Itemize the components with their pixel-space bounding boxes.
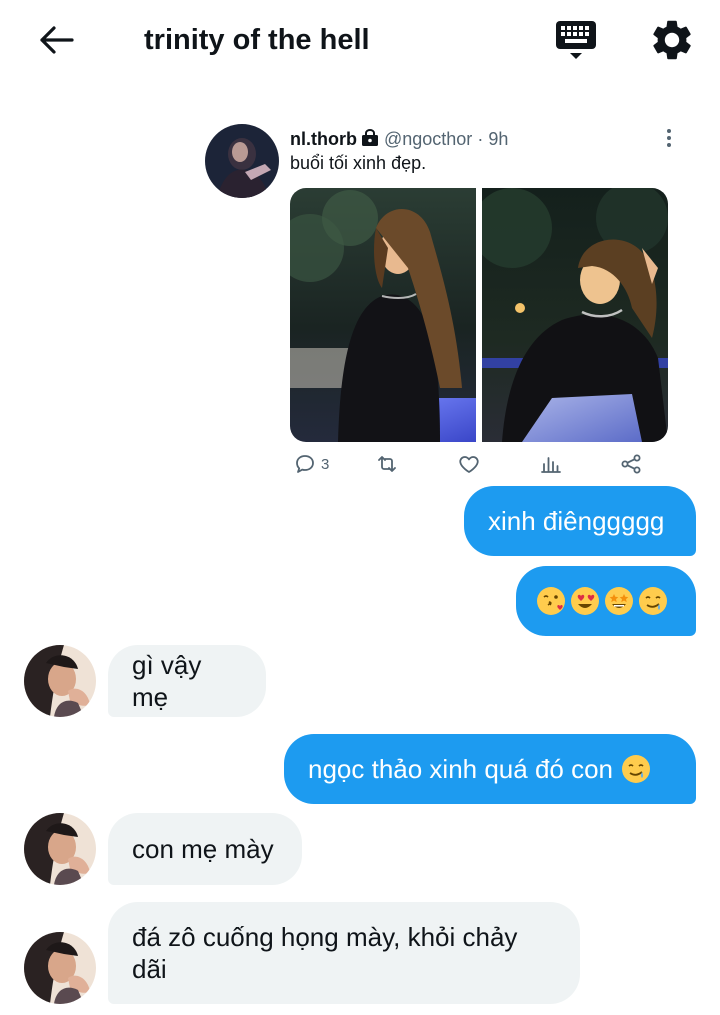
tweet-author-avatar[interactable] (205, 124, 279, 198)
message-text: con mẹ mày (132, 834, 274, 864)
message-bubble-received[interactable]: con mẹ mày (108, 813, 302, 885)
settings-button[interactable] (648, 16, 696, 64)
shared-tweet-card[interactable]: nl.thorb @ngocthor · 9h buổi tối xinh đẹ… (205, 122, 685, 482)
conversation-title[interactable]: trinity of the hell (144, 20, 370, 60)
analytics-icon (541, 457, 561, 473)
tweet-timestamp: 9h (488, 129, 509, 149)
tweet-text: buổi tối xinh đẹp. (290, 153, 427, 173)
lock-icon (361, 129, 378, 146)
tweet-actions: 3 (289, 450, 649, 478)
share-icon (621, 454, 641, 474)
tweet-photo[interactable] (290, 188, 476, 442)
message-bubble-received[interactable]: đá zô cuống họng mày, khỏi chảy dãi (108, 902, 580, 1004)
top-bar: trinity of the hell (0, 0, 720, 80)
message-bubble-received[interactable]: gì vậy mẹ (108, 645, 266, 717)
keyboard-button[interactable] (552, 16, 600, 64)
sender-avatar[interactable] (24, 932, 96, 1004)
arrow-left-icon (40, 26, 74, 54)
drooling-face-icon (639, 587, 667, 615)
share-button[interactable] (619, 450, 643, 478)
like-button[interactable] (457, 450, 481, 478)
heart-eyes-icon (571, 587, 599, 615)
tweet-header: nl.thorb @ngocthor · 9h (290, 128, 508, 150)
reply-icon (296, 455, 314, 473)
message-bubble-sent[interactable]: ngọc thảo xinh quá đó con (284, 734, 696, 804)
heart-icon (459, 456, 479, 473)
message-bubble-sent[interactable] (516, 566, 696, 636)
tweet-separator: · (477, 129, 484, 149)
tweet-photo[interactable] (482, 188, 668, 442)
message-bubble-sent[interactable]: xinh điênggggg (464, 486, 696, 556)
tweet-media-grid (290, 188, 668, 442)
analytics-button[interactable] (539, 450, 563, 478)
message-text-line: đá zô cuống họng mày, khỏi chảy (132, 922, 518, 952)
tweet-more-button[interactable] (657, 126, 681, 150)
retweet-button[interactable] (375, 450, 399, 478)
keyboard-icon (556, 21, 596, 59)
more-vertical-icon (667, 129, 671, 147)
tweet-author-handle[interactable]: @ngocthor (384, 129, 472, 149)
face-blowing-kiss-icon (537, 587, 565, 615)
drooling-face-icon (622, 755, 651, 783)
reply-button[interactable]: 3 (293, 450, 329, 478)
message-text: ngọc thảo xinh quá đó con (308, 754, 614, 784)
retweet-icon (378, 456, 396, 472)
sender-avatar[interactable] (24, 645, 96, 717)
tweet-author-name[interactable]: nl.thorb (290, 129, 357, 149)
reply-count: 3 (321, 455, 330, 473)
message-text: xinh điênggggg (488, 506, 665, 536)
back-button[interactable] (34, 20, 78, 60)
star-struck-icon (605, 587, 633, 615)
message-text-line: dãi (132, 954, 167, 984)
sender-avatar[interactable] (24, 813, 96, 885)
message-text: gì vậy mẹ (132, 650, 202, 712)
gear-icon (653, 20, 691, 60)
